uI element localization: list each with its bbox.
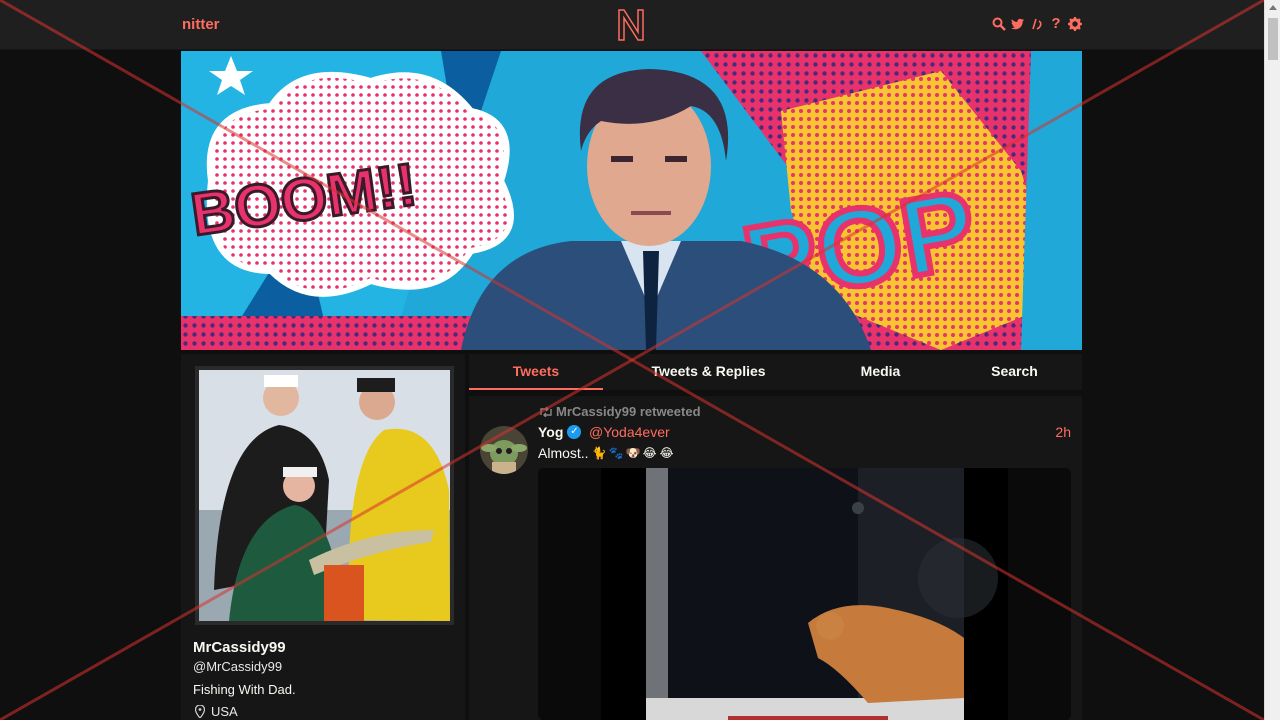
- scroll-up-arrow-icon[interactable]: [1269, 5, 1277, 10]
- tweet-author-fullname[interactable]: Yog: [538, 424, 563, 440]
- location-text: USA: [211, 704, 238, 719]
- navbar: nitter ?: [0, 0, 1264, 50]
- tweet-author-avatar[interactable]: [480, 426, 528, 474]
- tweet-author-handle[interactable]: @Yoda4ever: [589, 424, 670, 440]
- tab-tweets[interactable]: Tweets: [469, 354, 603, 390]
- tweet-author-name[interactable]: Yog ✓: [538, 424, 582, 440]
- verified-badge-icon: ✓: [567, 425, 582, 439]
- tab-tweets-replies[interactable]: Tweets & Replies: [603, 354, 814, 390]
- tweet-item[interactable]: MrCassidy99 retweeted Yog ✓ @Yoda4ever 2…: [469, 396, 1082, 720]
- tab-search[interactable]: Search: [947, 354, 1082, 390]
- tweet-content: Almost.. 🐈 🐾 🐶 😂 😂: [538, 445, 674, 461]
- gear-icon[interactable]: [1068, 15, 1082, 33]
- nitter-home-link[interactable]: nitter: [182, 16, 220, 33]
- laughing-emoji-icon: 😂: [659, 446, 674, 460]
- profile-avatar[interactable]: [195, 366, 454, 625]
- nav-icons: ?: [992, 15, 1082, 33]
- retweet-icon: [540, 406, 552, 417]
- paw-emoji-icon: 🐾: [608, 446, 624, 460]
- help-icon[interactable]: ?: [1049, 15, 1063, 33]
- bird-icon[interactable]: [1011, 15, 1025, 33]
- nitter-logo-icon[interactable]: [614, 6, 648, 44]
- scrollbar-thumb[interactable]: [1268, 18, 1278, 60]
- cat-emoji-icon: 🐈: [591, 446, 607, 460]
- retweet-header: MrCassidy99 retweeted: [539, 404, 701, 419]
- tweet-date[interactable]: 2h: [1055, 424, 1071, 440]
- laughing-emoji-icon: 😂: [642, 446, 657, 460]
- tweet-text: Almost..: [538, 445, 589, 461]
- search-icon[interactable]: [992, 15, 1006, 33]
- profile-location: USA: [195, 704, 238, 719]
- profile-banner[interactable]: BOOM!! POP: [181, 51, 1082, 350]
- profile-bio: Fishing With Dad.: [193, 682, 296, 697]
- profile-username[interactable]: @MrCassidy99: [193, 659, 282, 674]
- timeline-tabs: Tweets Tweets & Replies Media Search: [469, 354, 1082, 390]
- rss-icon[interactable]: [1030, 15, 1044, 33]
- tab-media[interactable]: Media: [814, 354, 947, 390]
- dog-emoji-icon: 🐶: [625, 446, 641, 460]
- page-scrollbar[interactable]: [1264, 0, 1280, 720]
- retweet-label[interactable]: MrCassidy99 retweeted: [556, 404, 701, 419]
- location-pin-icon: [195, 705, 205, 718]
- profile-card: MrCassidy99 @MrCassidy99 Fishing With Da…: [181, 354, 465, 720]
- profile-fullname[interactable]: MrCassidy99: [193, 639, 286, 656]
- tweet-video[interactable]: [538, 468, 1071, 720]
